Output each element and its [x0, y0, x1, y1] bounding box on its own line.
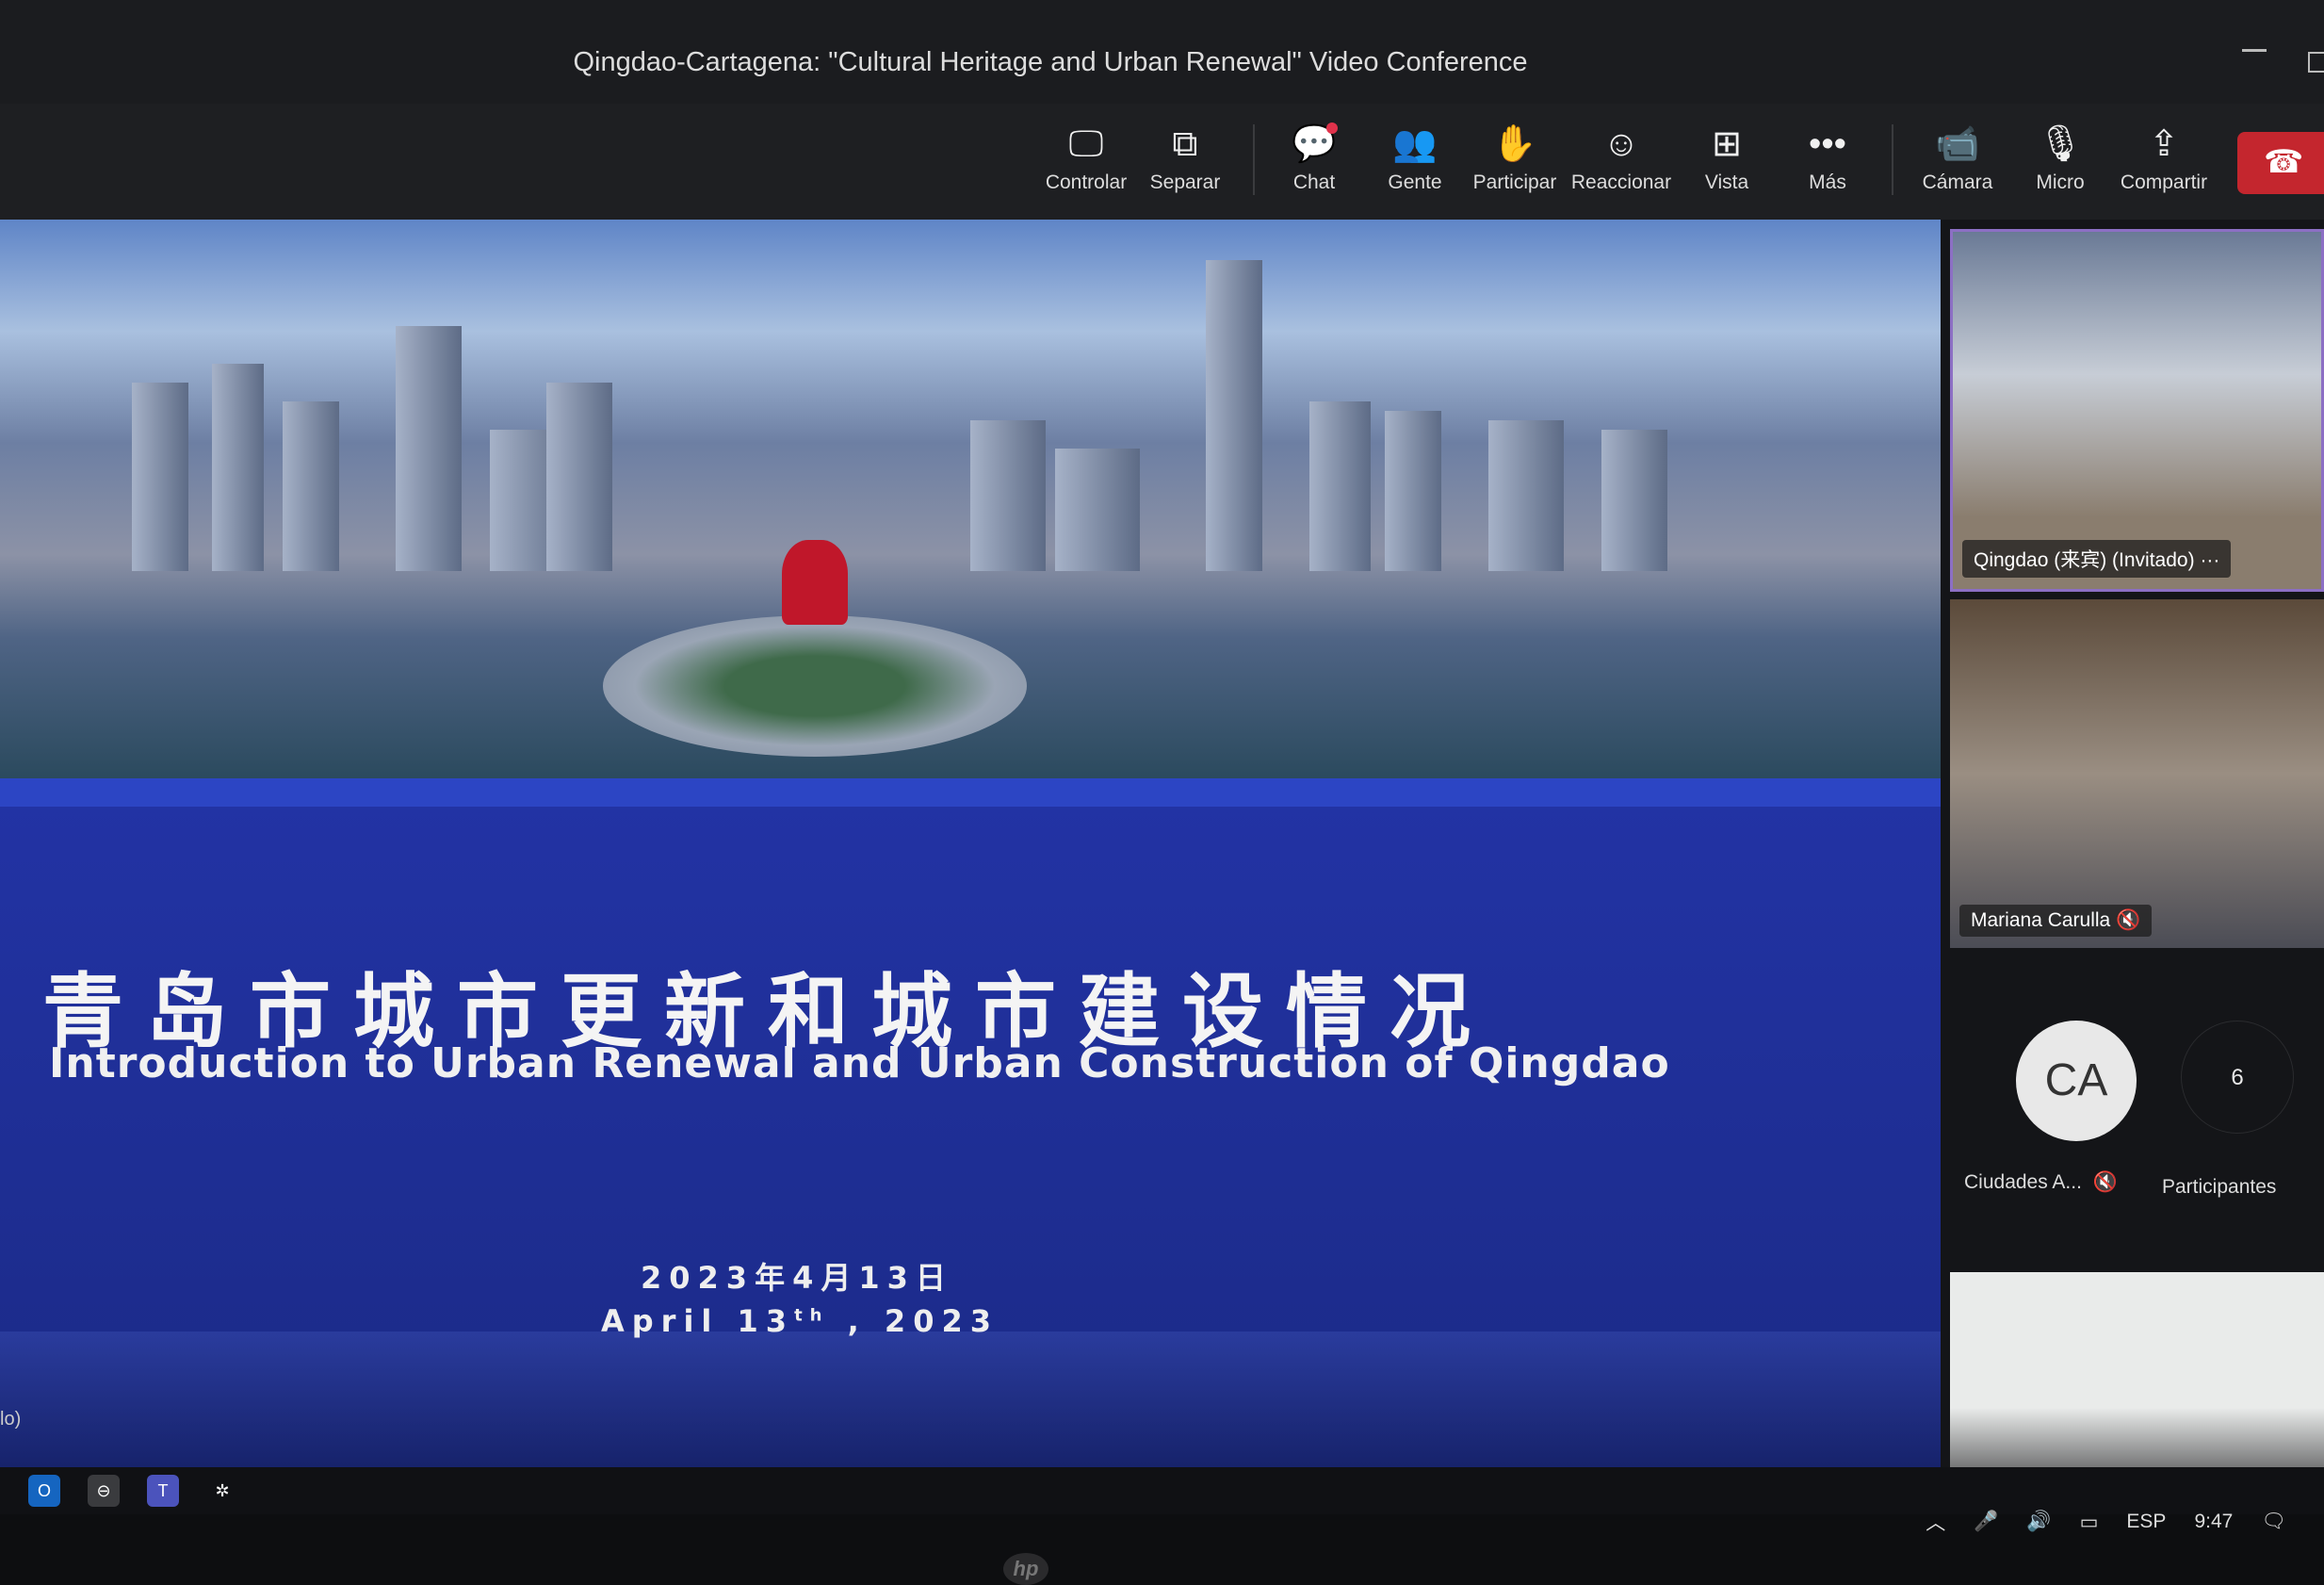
people-label: Gente [1388, 172, 1442, 193]
teams-icon[interactable]: T [147, 1475, 179, 1507]
participants-panel: Qingdao (来宾) (Invitado) ··· Mariana Caru… [1941, 220, 2324, 1498]
avatar[interactable]: CA [2016, 1021, 2137, 1141]
chat-notification-badge [1326, 123, 1338, 134]
more-label: Más [1809, 172, 1846, 193]
title-bar: Qingdao-Cartagena: "Cultural Heritage an… [0, 0, 2324, 104]
participant-name-tag: Mariana Carulla 🔇 [1959, 905, 2153, 937]
date-en-sup: th [794, 1305, 830, 1326]
slide-date-chinese: 2023年4月13日 [641, 1260, 953, 1296]
raise-hand-icon: ✋ [1492, 124, 1537, 164]
camera-label: Cámara [1922, 172, 1993, 193]
battery-icon[interactable]: ▭ [2080, 1511, 2099, 1534]
date-en-year: , 2023 [829, 1303, 999, 1339]
chevron-up-icon[interactable]: ︿ [1926, 1508, 1945, 1536]
participant-count-label: Participantes [2162, 1176, 2277, 1198]
camera-button[interactable]: 📹 Cámara [1906, 121, 2009, 194]
phone-hangup-icon: ☎ [2264, 144, 2304, 180]
view-button[interactable]: ⊞ Vista [1675, 121, 1779, 194]
participant-avatars-row: CA Ciudades A... 🔇 6 Participantes [1950, 959, 2324, 1261]
volume-icon[interactable]: 🔊 [2026, 1511, 2051, 1533]
control-button[interactable]: 🖵 Controlar [1034, 121, 1138, 194]
participant-name-tag: Qingdao (来宾) (Invitado) ··· [1962, 540, 2232, 578]
mic-muted-icon: 🔇 [2092, 1171, 2118, 1193]
skyline-line-art [0, 1332, 1941, 1467]
control-icon: 🖵 [1068, 124, 1104, 164]
hp-logo: hp [1003, 1553, 1048, 1585]
video-tile-self[interactable] [1950, 1272, 2324, 1498]
participant-name: Ciudades A... 🔇 [1964, 1171, 2118, 1194]
slide-band [0, 778, 1941, 807]
pop-out-icon: ⧉ [1172, 124, 1198, 164]
truncated-label: lo) [0, 1409, 22, 1430]
people-icon: 👥 [1392, 124, 1438, 164]
participant-name-text: Ciudades A... [1964, 1171, 2082, 1193]
react-label: Reaccionar [1570, 172, 1672, 193]
may-wind-sculpture [782, 540, 848, 625]
outlook-icon[interactable]: O [28, 1475, 60, 1507]
mic-muted-icon: 🔇 [2116, 909, 2141, 931]
city-panorama-image [0, 220, 1941, 778]
chat-icon: 💬 [1292, 124, 1337, 164]
divider [1892, 124, 1893, 195]
more-icon: ••• [1809, 124, 1846, 164]
participant-name: Qingdao (来宾) (Invitado) [1974, 549, 2195, 571]
pop-out-label: Separar [1149, 172, 1221, 193]
react-icon: ☺ [1602, 124, 1640, 164]
app-icon[interactable]: ⊖ [88, 1475, 120, 1507]
video-tile-qingdao[interactable]: Qingdao (来宾) (Invitado) ··· [1950, 229, 2324, 592]
divider [1253, 124, 1255, 195]
share-label: Compartir [2120, 172, 2208, 193]
slide-date-english: April 13th , 2023 [601, 1303, 999, 1339]
chat-button[interactable]: 💬 Chat [1262, 121, 1366, 194]
minimize-button[interactable] [2242, 49, 2267, 52]
microphone-icon[interactable]: 🎤 [1974, 1511, 1998, 1533]
view-icon: ⊞ [1712, 124, 1742, 164]
mic-button[interactable]: 🎙 Micro [2008, 121, 2112, 194]
meeting-toolbar: 🖵 Controlar ⧉ Separar 💬 Chat 👥 Gente ✋ Partic… [0, 104, 2324, 220]
settings-icon[interactable]: ✲ [206, 1475, 238, 1507]
slide-title-english: Introduction to Urban Renewal and Urban … [49, 1039, 1670, 1087]
date-en-main: April 13 [601, 1303, 795, 1339]
more-button[interactable]: ••• Más [1776, 121, 1879, 194]
window-title: Qingdao-Cartagena: "Cultural Heritage an… [573, 47, 1528, 77]
share-button[interactable]: ⇪ Compartir [2112, 121, 2216, 194]
language-indicator[interactable]: ESP [2126, 1511, 2166, 1533]
notifications-icon[interactable]: 🗨 [2261, 1511, 2286, 1533]
raise-hand-button[interactable]: ✋ Participar [1463, 121, 1567, 194]
mic-off-icon: 🎙 [2037, 124, 2084, 164]
view-label: Vista [1704, 172, 1749, 193]
clock[interactable]: 9:47 [2194, 1511, 2233, 1533]
shared-presentation: 青岛市城市更新和城市建设情况 Introduction to Urban Ren… [0, 220, 1941, 1467]
chat-label: Chat [1292, 172, 1336, 193]
may-fourth-square [603, 615, 1027, 757]
react-button[interactable]: ☺ Reaccionar [1569, 121, 1673, 194]
maximize-button[interactable] [2308, 52, 2324, 73]
people-button[interactable]: 👥 Gente [1363, 121, 1467, 194]
system-tray: ︿ 🎤 🔊 ▭ ESP 9:47 🗨 [1926, 1508, 2286, 1536]
camera-icon: 📹 [1935, 124, 1980, 164]
hang-up-button[interactable]: ☎ [2237, 132, 2324, 194]
participant-name: Mariana Carulla [1971, 909, 2111, 931]
participant-count[interactable]: 6 [2181, 1021, 2294, 1134]
mic-label: Micro [2036, 172, 2085, 193]
pop-out-button[interactable]: ⧉ Separar [1133, 121, 1237, 194]
raise-hand-label: Participar [1472, 172, 1557, 193]
share-icon: ⇪ [2149, 124, 2179, 164]
video-tile-mariana[interactable]: Mariana Carulla 🔇 [1950, 599, 2324, 948]
control-label: Controlar [1045, 172, 1128, 193]
more-options-icon[interactable]: ··· [2200, 549, 2219, 571]
